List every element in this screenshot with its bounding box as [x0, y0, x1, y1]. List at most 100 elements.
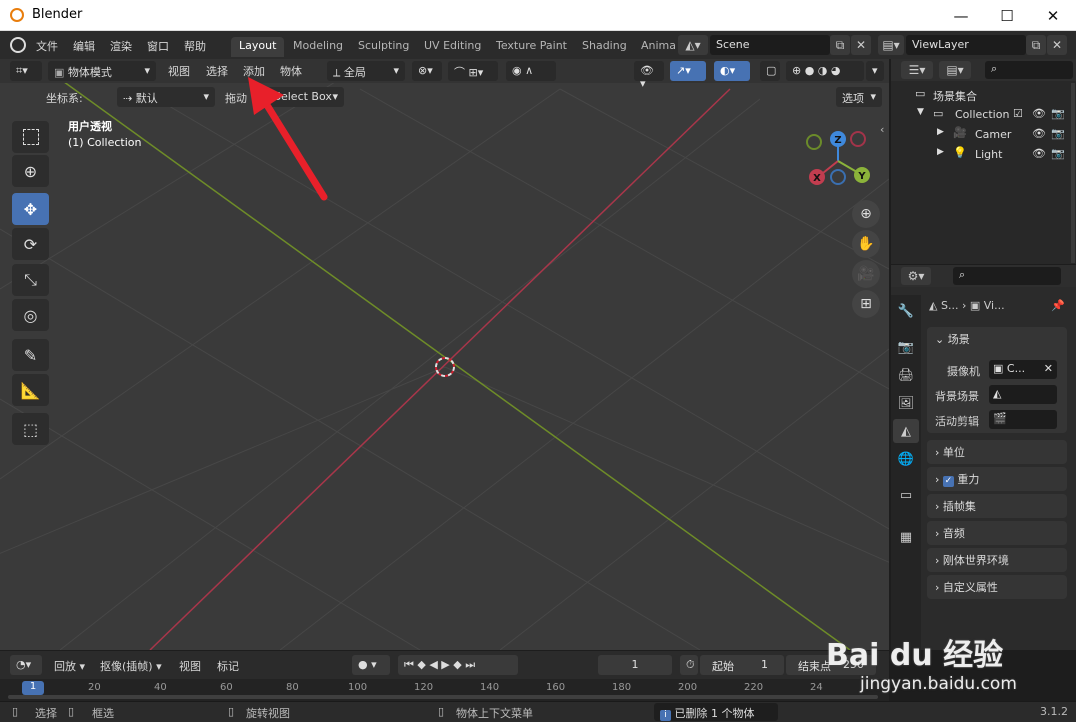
- close-button[interactable]: ✕: [1030, 0, 1076, 31]
- rigid-body-world-panel[interactable]: › 刚体世界环境: [927, 548, 1067, 572]
- playback-menu[interactable]: 回放 ▾: [54, 658, 85, 674]
- outliner-scrollbar[interactable]: [1071, 83, 1075, 263]
- outliner-item-camera[interactable]: ▶ 🎥 Camer 👁 📷: [891, 125, 1076, 145]
- measure-tool[interactable]: 📐: [12, 374, 49, 406]
- delete-scene-icon[interactable]: ✕: [851, 35, 871, 55]
- use-preview-range-icon[interactable]: ⏱: [680, 655, 698, 675]
- tab-layout[interactable]: Layout: [231, 37, 285, 57]
- audio-panel[interactable]: › 音频: [927, 521, 1067, 545]
- properties-editor-icon[interactable]: ⚙▾: [901, 267, 931, 285]
- select-box-tool[interactable]: [12, 121, 49, 153]
- camera-render-icon[interactable]: 📷: [1051, 127, 1065, 140]
- blender-menu-icon[interactable]: [10, 37, 26, 53]
- render-tab-icon[interactable]: 📷: [893, 335, 919, 359]
- units-panel[interactable]: › 单位: [927, 440, 1067, 464]
- camera-visibility-icon[interactable]: 👁: [1032, 127, 1046, 140]
- menu-file[interactable]: 文件: [36, 38, 58, 54]
- background-scene-field[interactable]: ◭: [989, 385, 1057, 404]
- scene-panel-header[interactable]: ⌄ 场景: [935, 331, 1059, 347]
- outliner-search-icon[interactable]: ⌕: [985, 61, 1073, 79]
- gravity-checkbox[interactable]: ✓: [942, 476, 954, 487]
- tab-shading[interactable]: Shading: [574, 37, 635, 57]
- timeline-scrollbar[interactable]: [8, 695, 878, 699]
- menu-window[interactable]: 窗口: [147, 38, 169, 54]
- world-tab-icon[interactable]: 🌐: [893, 447, 919, 471]
- perspective-grid-icon[interactable]: ⊞: [852, 290, 880, 318]
- mode-dropdown[interactable]: ▣ 物体模式 ▾: [48, 61, 156, 81]
- collection-tab-icon[interactable]: ▭: [893, 483, 919, 507]
- add-cube-tool[interactable]: ⬚: [12, 413, 49, 445]
- display-mode-icon[interactable]: ▤▾: [939, 61, 971, 79]
- view-layer-tab-icon[interactable]: 🖼: [893, 391, 919, 415]
- tab-sculpting[interactable]: Sculpting: [350, 37, 417, 57]
- output-tab-icon[interactable]: 🖨: [893, 363, 919, 387]
- options-dropdown[interactable]: 选项 ▾: [836, 87, 882, 107]
- collection-checkbox-icon[interactable]: ☑: [1013, 107, 1023, 120]
- scale-tool[interactable]: ⤡: [12, 264, 49, 296]
- camera-prop-field[interactable]: ▣ C... ✕: [989, 360, 1057, 379]
- sidebar-toggle-icon[interactable]: ‹: [880, 123, 884, 136]
- start-frame-field[interactable]: 起始 1: [700, 655, 784, 675]
- delete-view-layer-icon[interactable]: ✕: [1047, 35, 1067, 55]
- zoom-icon[interactable]: ⊕: [852, 200, 880, 228]
- outliner-editor-icon[interactable]: ☰▾: [901, 61, 933, 79]
- view-layer-icon[interactable]: ▤▾: [878, 35, 904, 55]
- menu-select[interactable]: 选择: [206, 63, 228, 79]
- gizmo-toggle-icon[interactable]: ↗▾: [670, 61, 706, 81]
- pivot-point-icon[interactable]: ⊗▾: [412, 61, 442, 81]
- pan-hand-icon[interactable]: ✋: [852, 230, 880, 258]
- transform-tool[interactable]: ◎: [12, 299, 49, 331]
- menu-edit[interactable]: 编辑: [73, 38, 95, 54]
- light-visibility-icon[interactable]: 👁: [1032, 147, 1046, 160]
- move-tool[interactable]: ✥: [12, 193, 49, 225]
- auto-keying-icon[interactable]: ● ▾: [352, 655, 390, 675]
- annotate-tool[interactable]: ✎: [12, 339, 49, 371]
- pin-icon[interactable]: 📌: [1051, 299, 1065, 312]
- playback-controls[interactable]: ⏮ ◆ ◀ ▶ ◆ ⏭: [398, 655, 518, 675]
- collection-render-icon[interactable]: 📷: [1051, 107, 1065, 120]
- gravity-panel[interactable]: › ✓ 重力: [927, 467, 1067, 491]
- outliner-item-light[interactable]: ▶ 💡 Light 👁 📷: [891, 145, 1076, 165]
- scene-icon[interactable]: ◭▾: [678, 35, 708, 55]
- navigation-gizmo[interactable]: Z X Y: [800, 127, 880, 191]
- copy-view-layer-icon[interactable]: ⧉: [1026, 35, 1046, 55]
- proportional-edit-icon[interactable]: ◉ ∧: [506, 61, 556, 81]
- timeline-view-menu[interactable]: 视图: [179, 658, 201, 674]
- scene-tab-icon[interactable]: ◭: [893, 419, 919, 443]
- snapping-icon[interactable]: ⌒ ⊞▾: [448, 61, 498, 81]
- rotate-tool[interactable]: ⟳: [12, 228, 49, 260]
- menu-view[interactable]: 视图: [168, 63, 190, 79]
- cursor-tool[interactable]: ⊕: [12, 155, 49, 187]
- properties-search-icon[interactable]: ⌕: [953, 267, 1061, 285]
- editor-type-icon[interactable]: ⌗▾: [10, 61, 42, 81]
- 3d-viewport[interactable]: ⌗▾ ▣ 物体模式 ▾ 视图 选择 添加 物体 ⟂ 全局 ▾ ⊗▾ ⌒ ⊞▾ ◉ ∧…: [0, 59, 889, 650]
- xray-icon[interactable]: ▢: [760, 61, 780, 81]
- visibility-icon[interactable]: 👁▾: [634, 61, 664, 90]
- menu-help[interactable]: 帮助: [184, 38, 206, 54]
- minimize-button[interactable]: —: [938, 0, 984, 31]
- tab-uv-editing[interactable]: UV Editing: [416, 37, 489, 57]
- timeline-ruler[interactable]: 1 20 40 60 80 100 120 140 160 180 200 22…: [0, 679, 889, 701]
- shading-modes[interactable]: ⊕ ● ◑ ◕: [786, 61, 864, 81]
- menu-render[interactable]: 渲染: [110, 38, 132, 54]
- overlay-toggle-icon[interactable]: ◐▾: [714, 61, 750, 81]
- collection-row[interactable]: ▼ ▭ Collection ☑ 👁 📷: [891, 105, 1076, 125]
- coordinate-dropdown[interactable]: ⇢ 默认 ▾: [117, 87, 215, 107]
- maximize-button[interactable]: ☐: [984, 0, 1030, 31]
- camera-view-icon[interactable]: 🎥: [852, 260, 880, 288]
- marker-menu[interactable]: 标记: [217, 658, 239, 674]
- playhead[interactable]: 1: [22, 681, 44, 695]
- tab-texture-paint[interactable]: Texture Paint: [488, 37, 575, 57]
- view-layer-field[interactable]: ViewLayer: [906, 35, 1026, 55]
- keying-sets-panel[interactable]: › 插帧集: [927, 494, 1067, 518]
- collection-visibility-icon[interactable]: 👁: [1032, 107, 1046, 120]
- light-render-icon[interactable]: 📷: [1051, 147, 1065, 160]
- texture-tab-icon[interactable]: ▦: [893, 525, 919, 549]
- active-clip-field[interactable]: 🎬: [989, 410, 1057, 429]
- tool-tab-icon[interactable]: 🔧: [893, 299, 919, 323]
- custom-properties-panel[interactable]: › 自定义属性: [927, 575, 1067, 599]
- scene-name-field[interactable]: Scene: [710, 35, 830, 55]
- current-frame-field[interactable]: 1: [598, 655, 672, 675]
- tab-modeling[interactable]: Modeling: [285, 37, 351, 57]
- timeline-editor-icon[interactable]: ◔▾: [10, 655, 42, 675]
